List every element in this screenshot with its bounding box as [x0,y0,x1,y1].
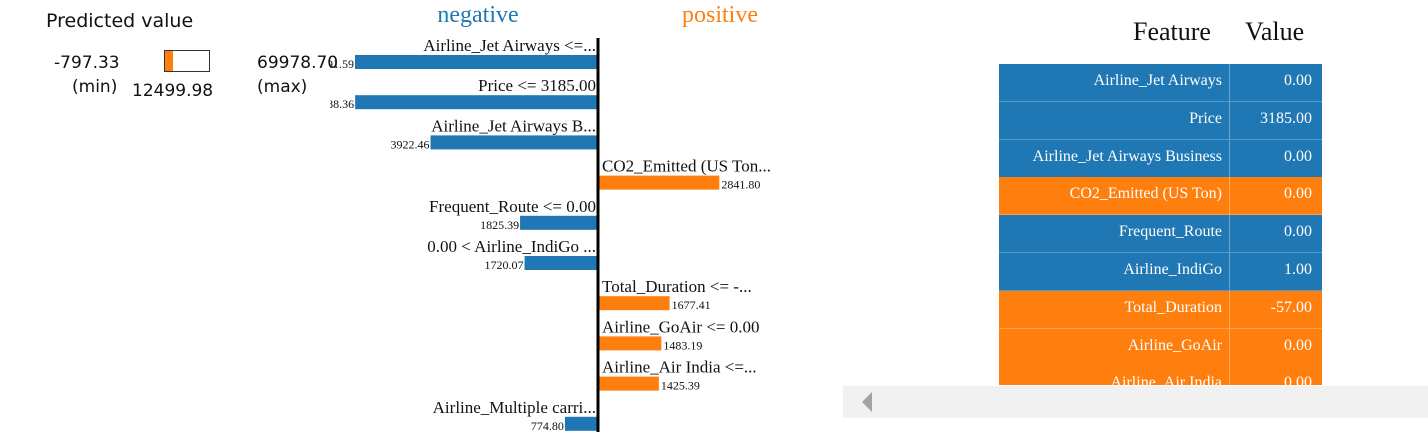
category-label-2: Airline_Jet Airways B... [431,116,596,135]
category-label-9: Airline_Multiple carri... [433,398,596,417]
feature-cell: Airline_Jet Airways [1093,72,1222,89]
category-label-8: Airline_Air India <=... [602,358,757,377]
column-divider [1229,328,1230,366]
feature-contribution-chart: negative positive Airline_Jet Airways <=..… [330,2,771,433]
predicted-value: 12499.98 [132,81,214,101]
predicted-value-panel: Predicted value -797.33 (min) 12499.98 6… [0,0,360,120]
category-label-3: CO2_Emitted (US Ton... [602,157,771,176]
max-label: (max) [257,77,308,97]
value-cell: 0.00 [1284,185,1312,203]
feature-cell: Airline_Air India [1110,374,1222,385]
value-label-8: 1425.39 [661,379,700,393]
legend-negative: negative [437,2,518,28]
table-row: Airline_Jet Airways Business 0.00 [999,139,1322,178]
value-column-header: Value [1245,17,1305,46]
table-row: CO2_Emitted (US Ton) 0.00 [999,177,1322,216]
feature-cell: Airline_IndiGo [1123,261,1222,278]
value-cell: 0.00 [1284,223,1312,241]
value-label-0: 5691.59 [330,57,354,71]
value-cell: -57.00 [1270,298,1312,316]
table-row: Airline_IndiGo 1.00 [999,253,1322,291]
table-header: Feature Value [843,15,1428,55]
feature-cell: Airline_GoAir [1127,336,1222,354]
column-divider [1229,101,1230,139]
category-label-4: Frequent_Route <= 0.00 [429,197,596,216]
min-value: -797.33 [54,53,120,73]
bar-7 [598,336,662,351]
value-label-9: 774.80 [531,419,564,433]
category-label-0: Airline_Jet Airways <=... [423,36,596,55]
bar-1 [355,95,598,110]
value-cell: 0.00 [1284,374,1312,385]
min-label: (min) [72,77,118,97]
value-label-1: 5688.36 [330,97,354,111]
bar-9 [564,416,598,431]
horizontal-scrollbar[interactable] [843,386,1428,418]
feature-column-header: Feature [1133,17,1211,46]
value-cell: 0.00 [1284,147,1312,165]
feature-cell: Frequent_Route [1118,223,1222,241]
column-divider [1229,253,1230,290]
feature-cell: Total_Duration [1124,298,1222,316]
column-divider [1229,177,1230,215]
feature-cell: CO2_Emitted (US Ton) [1069,185,1222,203]
bar-6 [598,296,670,311]
value-cell: 0.00 [1284,336,1312,354]
value-cell: 1.00 [1284,261,1312,278]
value-label-3: 2841.80 [721,178,760,192]
bar-3 [598,175,720,190]
value-label-4: 1825.39 [480,218,519,232]
category-label-1: Price <= 3185.00 [478,76,596,95]
max-value: 69978.70 [257,53,339,73]
scroll-left-arrow-icon[interactable] [862,392,872,412]
value-label-5: 1720.07 [485,258,524,272]
feature-cell: Price [1189,109,1222,127]
value-cell: 3185.00 [1260,109,1312,127]
category-label-6: Total_Duration <= -... [602,277,752,296]
table-row: Price 3185.00 [999,101,1322,140]
category-label-7: Airline_GoAir <= 0.00 [602,317,760,336]
feature-value-table-panel: Feature Value Airline_Jet Airways 0.00 Pri… [843,0,1428,446]
table-row: Airline_GoAir 0.00 [999,328,1322,367]
column-divider [1229,64,1230,101]
table-body[interactable]: Airline_Jet Airways 0.00 Price 3185.00 Airli… [999,64,1322,385]
column-divider [1229,139,1230,177]
bar-4 [520,215,598,230]
value-label-7: 1483.19 [663,338,702,352]
predicted-value-bar [164,50,210,72]
bar-5 [524,256,598,270]
column-divider [1229,290,1230,328]
bar-8 [598,376,659,391]
table-row: Frequent_Route 0.00 [999,215,1322,254]
category-label-5: 0.00 < Airline_IndiGo ... [427,237,596,256]
column-divider [1229,366,1230,385]
value-label-6: 1677.41 [672,298,711,312]
table-row: Airline_Air India 0.00 [999,366,1322,385]
value-cell: 0.00 [1284,72,1312,89]
predicted-value-fill [165,51,174,71]
column-divider [1229,215,1230,253]
bar-2 [430,135,598,150]
bar-0 [355,55,598,69]
table-row: Airline_Jet Airways 0.00 [999,64,1322,102]
predicted-value-title: Predicted value [46,10,194,32]
value-label-2: 3922.46 [391,137,430,151]
legend-positive: positive [682,2,758,28]
table-row: Total_Duration -57.00 [999,290,1322,329]
feature-cell: Airline_Jet Airways Business [1032,147,1222,165]
